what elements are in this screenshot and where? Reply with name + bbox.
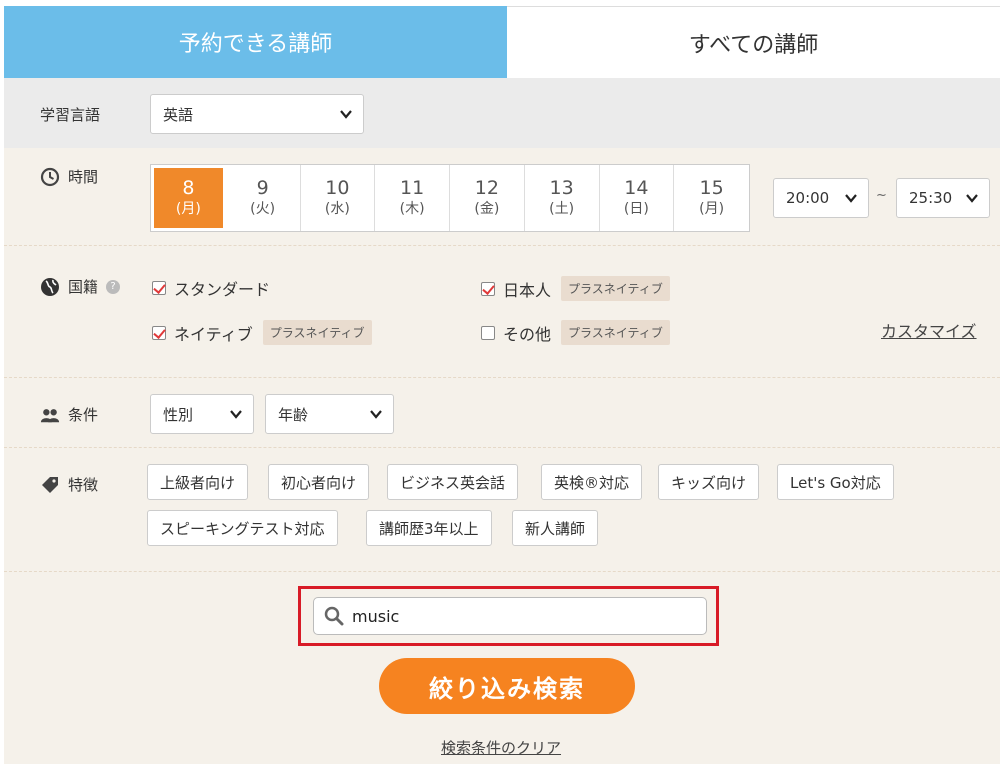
date-weekday: (月) <box>175 201 201 217</box>
language-label: 学習言語 <box>40 104 100 125</box>
feature-tag[interactable]: スピーキングテスト対応 <box>147 510 338 546</box>
date-cell[interactable]: 15 (月) <box>674 165 749 231</box>
date-weekday: (日) <box>623 201 649 217</box>
search-input[interactable] <box>352 606 682 626</box>
time-to-value: 25:30 <box>909 189 953 207</box>
conditions-label: 条件 <box>40 404 98 425</box>
checkbox-unchecked-icon <box>481 325 495 340</box>
search-field[interactable] <box>313 597 707 635</box>
feature-tag[interactable]: 講師歴3年以上 <box>366 510 492 546</box>
feature-tag[interactable]: ビジネス英会話 <box>387 464 519 500</box>
date-day: 8 <box>182 177 195 199</box>
customize-link[interactable]: カスタマイズ <box>881 318 977 342</box>
checkbox-japanese[interactable]: 日本人 プラスネイティブ <box>481 276 670 301</box>
plus-native-badge: プラスネイティブ <box>561 276 670 301</box>
clock-icon <box>40 167 60 186</box>
conditions-row: 条件 性別 年齢 <box>4 378 1000 448</box>
feature-tag[interactable]: キッズ向け <box>658 464 760 500</box>
date-cell[interactable]: 10 (水) <box>301 165 376 231</box>
feature-tag[interactable]: 上級者向け <box>147 464 249 500</box>
time-label: 時間 <box>40 166 98 187</box>
date-day: 11 <box>400 177 425 199</box>
help-icon[interactable]: ? <box>106 279 121 294</box>
checkbox-standard-label: スタンダード <box>174 280 271 299</box>
date-weekday: (月) <box>699 201 725 217</box>
checkbox-japanese-label: 日本人 <box>503 280 552 300</box>
date-day: 10 <box>325 177 350 199</box>
time-label-text: 時間 <box>68 168 99 186</box>
chevron-down-icon <box>966 194 978 203</box>
date-day: 15 <box>699 177 724 199</box>
date-cell[interactable]: 13 (土) <box>525 165 600 231</box>
tab-all-teachers[interactable]: すべての講師 <box>507 6 1000 78</box>
conditions-label-text: 条件 <box>68 406 99 424</box>
features-row: 特徴 上級者向け 初心者向け ビジネス英会話 英検®対応 キッズ向け Let's… <box>4 448 1000 572</box>
tab-bar: 予約できる講師 すべての講師 <box>4 6 1000 78</box>
features-label-text: 特徴 <box>68 476 99 494</box>
gender-select[interactable]: 性別 <box>150 394 254 434</box>
language-row: 学習言語 英語 <box>4 78 1000 148</box>
date-picker: 8 (月) 9 (火) 10 (水) 11 (木) 12 (金) 13 (土) 14 (日) 15 (月) <box>150 164 750 232</box>
tab-bookable-teachers[interactable]: 予約できる講師 <box>4 6 507 78</box>
time-from-select[interactable]: 20:00 <box>773 178 869 218</box>
date-weekday: (水) <box>324 201 350 217</box>
globe-icon <box>41 277 59 296</box>
feature-tag[interactable]: 英検®対応 <box>541 464 643 500</box>
date-cell[interactable]: 8 (月) <box>154 168 223 228</box>
time-from-value: 20:00 <box>786 189 830 207</box>
nationality-label: 国籍 ? <box>40 276 121 297</box>
filter-search-button[interactable]: 絞り込み検索 <box>379 658 635 714</box>
gender-select-value: 性別 <box>163 405 194 424</box>
tag-icon <box>42 476 58 493</box>
checkbox-other-label: その他 <box>503 324 552 344</box>
date-cell[interactable]: 9 (火) <box>226 165 301 231</box>
date-weekday: (金) <box>474 201 500 217</box>
age-select[interactable]: 年齢 <box>265 394 394 434</box>
date-day: 12 <box>474 177 499 199</box>
plus-native-badge: プラスネイティブ <box>561 320 670 345</box>
search-highlight-box <box>298 586 719 646</box>
language-select-value: 英語 <box>163 105 194 124</box>
date-weekday: (火) <box>250 201 276 217</box>
feature-tag[interactable]: 初心者向け <box>268 464 370 500</box>
checkbox-checked-icon <box>152 281 166 295</box>
time-to-select[interactable]: 25:30 <box>896 178 990 218</box>
checkbox-other[interactable]: その他 プラスネイティブ <box>481 320 670 345</box>
date-cell[interactable]: 14 (日) <box>600 165 675 231</box>
language-label-text: 学習言語 <box>40 106 101 124</box>
chevron-down-icon <box>230 410 242 419</box>
date-day: 13 <box>549 177 574 199</box>
date-day: 14 <box>624 177 649 199</box>
chevron-down-icon <box>845 194 857 203</box>
checkbox-standard[interactable]: スタンダード <box>152 276 270 300</box>
chevron-down-icon <box>370 410 382 419</box>
date-weekday: (土) <box>549 201 575 217</box>
clear-conditions-link[interactable]: 検索条件のクリア <box>441 737 561 758</box>
nationality-row: 国籍 ? スタンダード 日本人 プラスネイティブ ネイティブ プラスネイティブ … <box>4 246 1000 378</box>
plus-native-badge: プラスネイティブ <box>262 320 372 345</box>
people-icon <box>40 408 60 422</box>
date-weekday: (木) <box>399 201 425 217</box>
chevron-down-icon <box>340 110 352 119</box>
search-row: 絞り込み検索 検索条件のクリア <box>4 572 1000 764</box>
checkbox-native[interactable]: ネイティブ プラスネイティブ <box>152 320 372 345</box>
nationality-label-text: 国籍 <box>68 278 99 296</box>
date-day: 9 <box>256 177 269 199</box>
language-select[interactable]: 英語 <box>150 94 364 134</box>
features-label: 特徴 <box>40 474 98 495</box>
time-range-separator: ~ <box>876 188 887 203</box>
date-cell[interactable]: 12 (金) <box>450 165 525 231</box>
checkbox-checked-icon <box>481 281 495 296</box>
age-select-value: 年齢 <box>278 405 309 424</box>
date-cell[interactable]: 11 (木) <box>375 165 451 231</box>
feature-tag[interactable]: Let's Go対応 <box>777 464 894 500</box>
feature-tag[interactable]: 新人講師 <box>512 510 599 546</box>
checkbox-native-label: ネイティブ <box>174 324 253 344</box>
checkbox-checked-icon <box>152 325 166 340</box>
time-row: 時間 8 (月) 9 (火) 10 (水) 11 (木) 12 (金) 13 (土) 14 (日) 15 (月… <box>4 148 1000 246</box>
search-icon <box>324 606 344 626</box>
